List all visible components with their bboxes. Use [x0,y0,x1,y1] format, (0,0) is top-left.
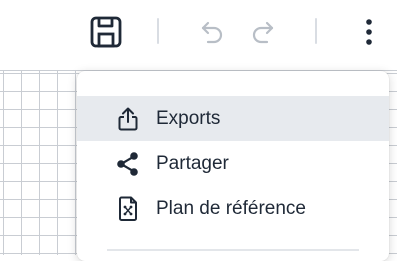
toolbar [0,0,397,66]
undo-icon[interactable] [196,18,226,46]
menu-item-partager[interactable]: Partager [77,141,389,186]
share-nodes-icon [115,151,141,177]
menu-item-label: Plan de référence [156,197,306,219]
menu-divider [107,249,359,251]
menu-item-exports[interactable]: Exports [77,96,389,141]
save-icon[interactable] [88,14,124,50]
reference-plan-icon [115,196,141,222]
redo-icon[interactable] [249,18,279,46]
share-upload-icon [115,106,141,132]
menu-item-label: Exports [156,107,221,129]
more-vertical-icon[interactable] [356,16,382,48]
toolbar-separator [157,18,159,44]
toolbar-separator [315,18,317,44]
menu-item-plan-de-reference[interactable]: Plan de référence [77,186,389,231]
menu-item-label: Partager [156,152,229,174]
options-menu: Exports Partager Plan de référence [77,71,389,261]
